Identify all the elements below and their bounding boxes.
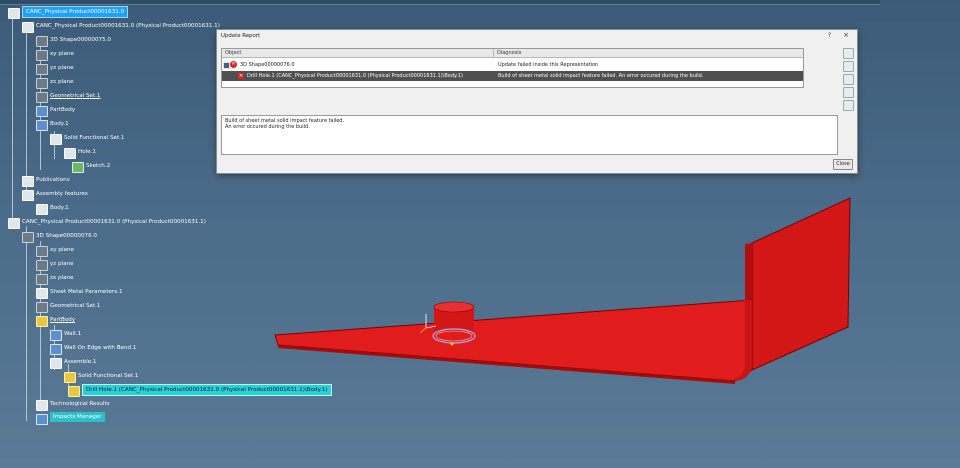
row-diagnosis: Build of sheet metal solid impact featur…: [498, 73, 704, 79]
table-row-selected[interactable]: ✕ Drill Hole.1 (CANC_Physical Product000…: [222, 71, 803, 81]
tree-item-label: PartBody: [50, 317, 76, 323]
row-object: 3D Shape00000076.0: [240, 62, 295, 68]
tree-item-label: CANC_Physical Product00001631.0 (Physica…: [36, 23, 220, 29]
wall-icon: [50, 330, 62, 341]
tree-item-label: Sketch.2: [86, 163, 111, 169]
publications-icon: [22, 176, 34, 187]
plane-icon: [36, 260, 48, 271]
delete-icon[interactable]: [843, 100, 854, 111]
hole-anchor-point: [450, 342, 454, 346]
impacts-manager-icon: [36, 414, 48, 425]
update-report-dialog[interactable]: Update Report ? × Object Diagnosis ✕ 3D …: [216, 29, 858, 174]
tree-item-label: PartBody: [50, 107, 76, 113]
message-line-2: An error occured during the build.: [225, 124, 310, 130]
tree-item-label: Solid Functional Set.1: [78, 373, 139, 379]
tree-item-label: Wall On Edge with Bend.1: [64, 345, 137, 351]
part-flange: [751, 197, 851, 371]
tree-item-label: xy plane: [50, 247, 74, 253]
tree-root-label[interactable]: CANC_Physical Product00001631.0: [22, 6, 129, 18]
isolate-icon[interactable]: [843, 87, 854, 98]
partbody-icon: [36, 106, 48, 117]
tree-item-label: Geometrical Set.1: [50, 303, 101, 309]
assembly-features-icon: [22, 190, 34, 201]
deactivate-icon[interactable]: [843, 74, 854, 85]
tree-item-label: zx plane: [50, 79, 74, 85]
plane-icon: [36, 78, 48, 89]
tree-item-label: Body.1: [50, 121, 69, 127]
partbody-icon: [36, 316, 48, 327]
help-button[interactable]: ?: [828, 32, 831, 39]
tree-item-label: Drill Hole.1 (CANC_Physical Product00001…: [82, 384, 332, 396]
drill-hole-icon: [68, 386, 80, 397]
tree-item-label: Impacts Manager: [50, 412, 105, 422]
product-icon: [22, 22, 34, 33]
error-icon: ✕: [238, 73, 244, 79]
tree-item-label: 3D Shape00000075.0: [50, 37, 111, 43]
table-row[interactable]: ✕ 3D Shape00000076.0 Update failed insid…: [222, 60, 803, 70]
3d-shape-icon: [22, 232, 34, 243]
geometrical-set-icon: [36, 302, 48, 313]
diagnosis-message: Build of sheet metal solid impact featur…: [221, 115, 838, 155]
functional-set-icon: [64, 372, 76, 383]
tree-item-label: Geometrical Set.1: [50, 93, 101, 99]
tree-item-label: 3D Shape00000076.0: [36, 233, 97, 239]
product-icon: [8, 218, 20, 229]
row-diagnosis: Update failed inside this Representation: [498, 62, 599, 68]
search-icon[interactable]: [843, 61, 854, 72]
geometrical-set-icon: [36, 92, 48, 103]
report-table[interactable]: Object Diagnosis ✕ 3D Shape00000076.0 Up…: [221, 48, 804, 88]
tree-item-label: yz plane: [50, 65, 74, 71]
tree-item-label: Sheet Metal Parameters.1: [50, 289, 123, 295]
functional-set-icon: [50, 134, 62, 145]
plane-icon: [36, 246, 48, 257]
tree-item-label: Hole.1: [78, 149, 96, 155]
error-icon: ✕: [230, 61, 237, 68]
collapse-toggle[interactable]: [223, 62, 230, 69]
technological-results-icon: [36, 400, 48, 411]
tree-item-label: CANC_Physical Product00001631.0 (Physica…: [22, 219, 206, 225]
edit-icon[interactable]: [843, 48, 854, 59]
close-icon[interactable]: ×: [843, 31, 849, 39]
column-header-object[interactable]: Object: [222, 49, 494, 58]
tree-item-label: Body.1: [50, 205, 69, 211]
close-button[interactable]: Close: [833, 159, 853, 170]
3d-shape-icon: [36, 36, 48, 47]
part-boss-top: [433, 301, 475, 313]
dialog-title: Update Report: [221, 33, 261, 39]
body-icon: [36, 204, 48, 215]
tree-item-label: Solid Functional Set.1: [64, 135, 125, 141]
plane-icon: [36, 64, 48, 75]
sheet-metal-parameters-icon: [36, 288, 48, 299]
wall-on-edge-icon: [50, 344, 62, 355]
column-header-diagnosis[interactable]: Diagnosis: [494, 49, 803, 58]
tree-item-label: Technological Results: [50, 401, 110, 407]
tree-item-label: Publications: [36, 177, 70, 183]
tree-item-label: Assembly features: [36, 191, 88, 197]
tree-item-label: xy plane: [50, 51, 74, 57]
assemble-icon: [50, 358, 62, 369]
product-icon: [8, 8, 20, 19]
plane-icon: [36, 50, 48, 61]
hole-icon: [64, 148, 76, 159]
plane-icon: [36, 274, 48, 285]
tree-item-label: Wall.1: [64, 331, 82, 337]
body-icon: [36, 120, 48, 131]
tree-item-label: Assemble.1: [64, 359, 97, 365]
tree-item-label: yz plane: [50, 261, 74, 267]
tree-item-label: zx plane: [50, 275, 74, 281]
sketch-icon: [72, 162, 84, 173]
row-object: Drill Hole.1 (CANC_Physical Product00001…: [247, 73, 463, 79]
